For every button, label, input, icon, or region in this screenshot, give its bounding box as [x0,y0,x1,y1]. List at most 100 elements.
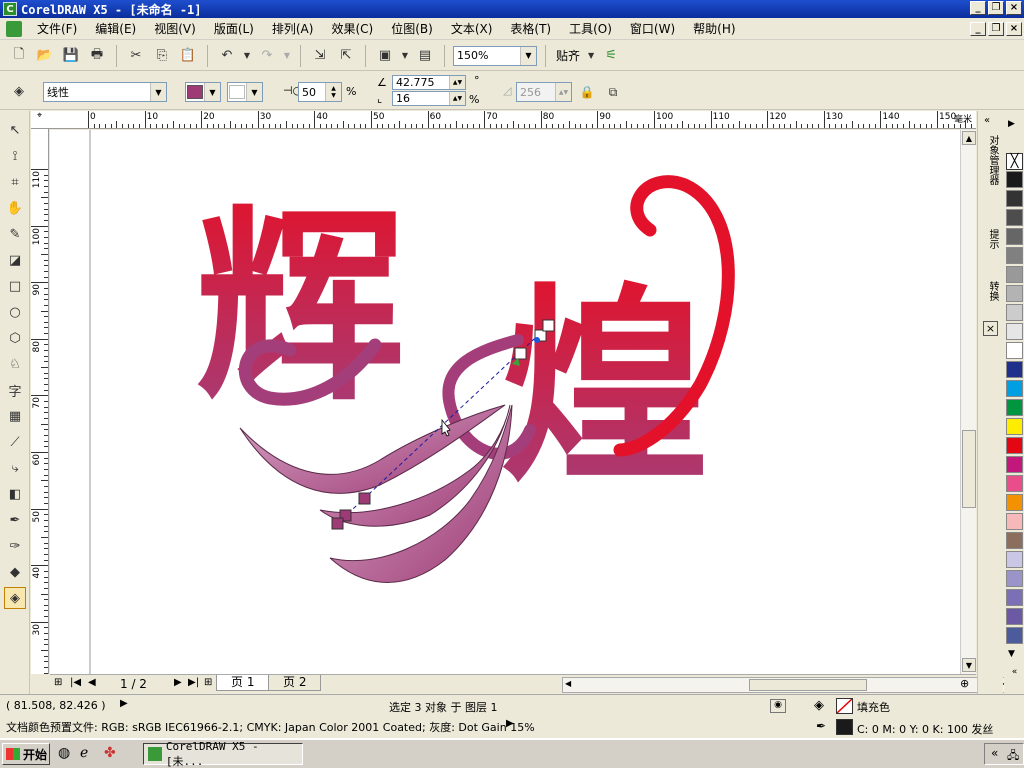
copy-icon[interactable]: ⎘ [151,45,173,67]
undo-icon[interactable]: ↶ [216,45,238,67]
menu-arrange[interactable]: 排列(A) [263,20,323,37]
menu-text[interactable]: 文本(X) [442,20,502,37]
midpoint-input[interactable]: 50 ▲ ▼ [298,82,342,102]
lock-steps-icon[interactable]: 🔒 [576,81,598,103]
crop-tool-icon[interactable]: ⌗ [4,171,26,193]
scroll-left-icon[interactable]: ◀ [565,679,571,688]
menu-edit[interactable]: 编辑(E) [86,20,145,37]
undo-dropdown-icon[interactable]: ▼ [242,45,252,67]
doc-minimize-button[interactable]: _ [970,22,986,36]
edge-pad-spinner[interactable]: ▲▼ [449,92,465,105]
paste-icon[interactable]: 📋 [177,45,199,67]
angle-input[interactable]: 42.775 ▲▼ [392,75,466,90]
primary-color-dropdown-icon[interactable]: ▼ [204,83,220,101]
palette-swatch[interactable] [1006,285,1023,302]
close-button[interactable]: × [1006,1,1022,15]
menu-effects[interactable]: 效果(C) [322,20,382,37]
gradient-end-handle[interactable] [514,347,527,360]
zoom-level-select[interactable]: 150% ▼ [453,45,537,66]
eyedropper-tool-icon[interactable]: ✒ [4,509,26,531]
page-tab-1[interactable]: 页 1 [216,675,270,691]
palette-swatch[interactable] [1006,190,1023,207]
palette-scroll-down-icon[interactable]: ▼ [1008,649,1015,659]
palette-swatch[interactable] [1006,494,1023,511]
midpoint-handle[interactable] [534,337,540,343]
quick-launch-icon[interactable]: ✤ [104,745,116,761]
pick-tool-icon[interactable]: ↖ [4,119,26,141]
freehand-tool-icon[interactable]: ✎ [4,223,26,245]
drawing-canvas[interactable]: 辉 煌 [50,130,960,674]
docker-close-icon[interactable]: × [983,321,998,336]
vertical-ruler[interactable]: 110 100 90 80 70 60 50 40 30 [31,129,49,674]
palette-swatch[interactable] [1006,418,1023,435]
gradient-start-handle-3[interactable] [331,517,344,530]
menu-bitmaps[interactable]: 位图(B) [382,20,442,37]
angle-spinner[interactable]: ▲▼ [449,76,465,89]
basic-shapes-tool-icon[interactable]: ♘ [4,353,26,375]
palette-swatch[interactable] [1006,475,1023,492]
start-button[interactable]: 开始 [2,743,50,765]
menu-file[interactable]: 文件(F) [28,20,86,37]
redo-icon[interactable]: ↷ [256,45,278,67]
restore-button[interactable]: ❐ [988,1,1004,15]
copy-fill-icon[interactable]: ⧉ [602,81,624,103]
menu-tools[interactable]: 工具(O) [560,20,621,37]
palette-swatch[interactable] [1006,589,1023,606]
first-page-icon[interactable]: |◀ [70,677,81,688]
color-profile-arrow-icon[interactable]: ▶ [506,718,514,729]
no-color-swatch[interactable]: ╳ [1006,153,1023,170]
rectangle-tool-icon[interactable]: □ [4,275,26,297]
options-icon[interactable]: ⚟ [600,45,622,67]
system-tray[interactable]: « 🖧 [984,743,1024,765]
horizontal-ruler[interactable]: 毫米 0 10 20 30 40 50 60 70 80 90 100 110 120 130 140 150 [48,111,989,129]
docker-tab-hints[interactable]: 提示 [982,229,1000,265]
save-icon[interactable]: 💾 [60,45,82,67]
scroll-down-icon[interactable]: ▼ [962,658,976,672]
snap-dropdown-icon[interactable]: ▼ [586,45,596,67]
taskbar-item-coreldraw[interactable]: CorelDRAW X5 - [未... [143,740,303,768]
import-icon[interactable]: ⇲ [309,45,331,67]
palette-swatch[interactable] [1006,513,1023,530]
text-tool-icon[interactable]: 字 [4,379,26,401]
edge-pad-input[interactable]: 16 ▲▼ [392,91,466,106]
primary-color-picker[interactable]: ▼ [185,82,221,102]
secondary-color-dropdown-icon[interactable]: ▼ [246,83,262,101]
horizontal-scroll-thumb[interactable] [749,679,867,691]
pan-tool-icon[interactable]: ✋ [4,197,26,219]
doc-close-button[interactable]: × [1006,22,1022,36]
zoom-dropdown-icon[interactable]: ▼ [520,46,536,65]
tray-network-icon[interactable]: 🖧 [1007,747,1019,766]
page-tab-2[interactable]: 页 2 [268,675,322,691]
palette-swatch[interactable] [1006,608,1023,625]
outline-pen-tool-icon[interactable]: ✑ [4,535,26,557]
table-tool-icon[interactable]: ▦ [4,405,26,427]
polygon-tool-icon[interactable]: ⬡ [4,327,26,349]
scroll-up-icon[interactable]: ▲ [962,131,976,145]
tray-expand-icon[interactable]: « [991,746,998,760]
launcher-dropdown-icon[interactable]: ▼ [400,45,410,67]
palette-swatch[interactable] [1006,399,1023,416]
midpoint-spinner[interactable]: ▲ ▼ [325,83,341,101]
artwork-char-right[interactable]: 煌 [500,263,710,510]
ie-icon[interactable]: ℯ [80,745,88,761]
blend-tool-icon[interactable]: ◧ [4,483,26,505]
palette-swatch[interactable] [1006,323,1023,340]
object-details-icon[interactable]: ◉ [770,699,786,713]
palette-swatch[interactable] [1006,456,1023,473]
palette-scroll-up-icon[interactable]: ▶ [1008,119,1015,129]
palette-expand-icon[interactable]: « [1006,667,1023,685]
doc-restore-button[interactable]: ❐ [988,22,1004,36]
secondary-color-picker[interactable]: ▼ [227,82,263,102]
minimize-button[interactable]: _ [970,1,986,15]
palette-swatch[interactable] [1006,532,1023,549]
last-page-icon[interactable]: ▶| [188,677,199,688]
palette-swatch[interactable] [1006,437,1023,454]
redo-dropdown-icon[interactable]: ▼ [282,45,292,67]
horizontal-scrollbar[interactable]: ◀ ▶ [562,677,1008,693]
menu-table[interactable]: 表格(T) [501,20,560,37]
palette-swatch[interactable] [1006,209,1023,226]
status-expand-icon[interactable]: ▶ [120,698,128,709]
palette-swatch[interactable] [1006,627,1023,644]
gradient-end-handle-3[interactable] [542,319,555,332]
dimension-tool-icon[interactable]: ⟋ [4,431,26,453]
